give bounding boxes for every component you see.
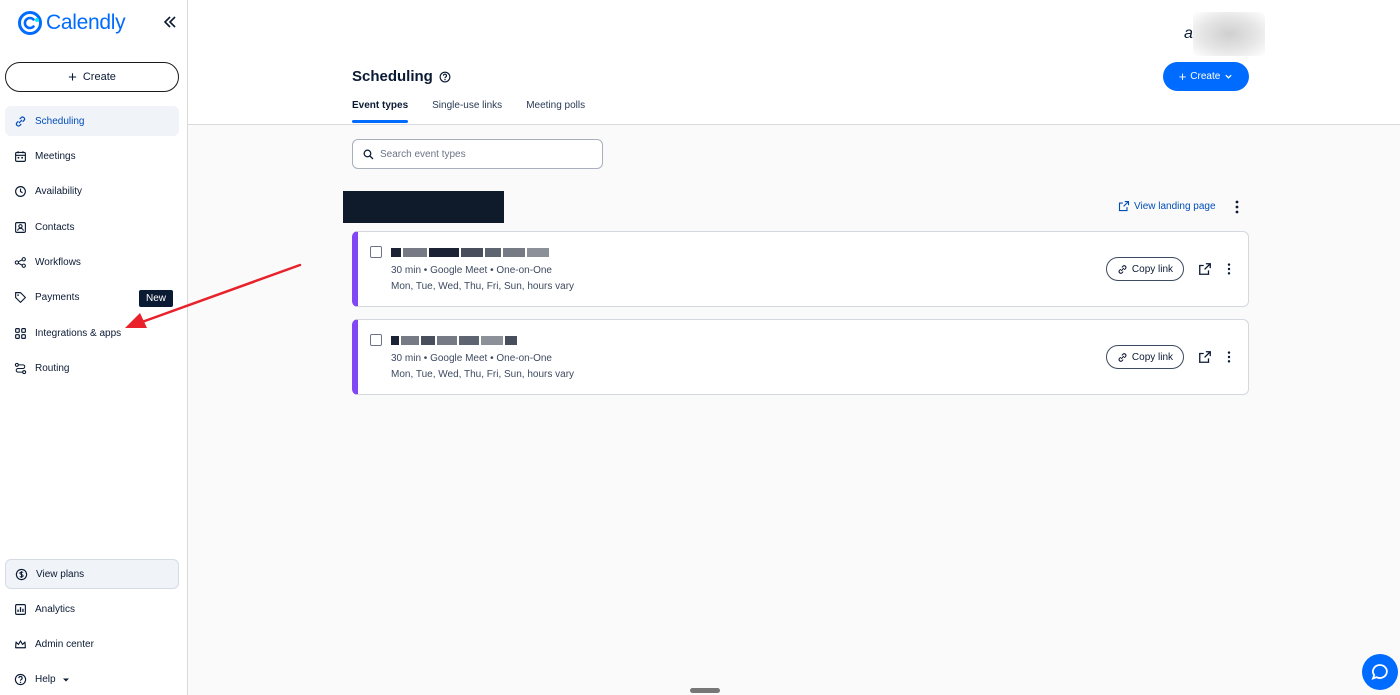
page-title-text: Scheduling	[352, 68, 433, 85]
chat-icon	[1371, 664, 1388, 681]
sidebar-item-label: Contacts	[35, 221, 75, 233]
chevron-down-icon	[1225, 74, 1232, 79]
view-landing-page-label: View landing page	[1134, 200, 1216, 212]
create-button-sidebar[interactable]: + Create	[5, 62, 179, 92]
sidebar-item-label: Meetings	[35, 150, 76, 162]
link-icon	[15, 115, 26, 127]
plus-icon: +	[1178, 69, 1187, 84]
caret-down-icon	[62, 678, 69, 682]
dollar-circle-icon	[15, 568, 28, 580]
new-badge: New	[138, 289, 173, 307]
sidebar-item-label: Workflows	[35, 257, 81, 269]
copy-link-button[interactable]: Copy link	[1106, 345, 1184, 369]
sidebar-item-meetings[interactable]: Meetings	[5, 141, 179, 171]
sidebar-item-label: Integrations & apps	[35, 327, 122, 339]
event-meta: 30 min • Google Meet • One-on-One	[391, 265, 552, 276]
tab-event-types[interactable]: Event types	[352, 100, 409, 123]
chat-support-button[interactable]	[1362, 654, 1398, 690]
scroll-handle[interactable]	[690, 688, 720, 693]
view-plans-label: View plans	[36, 568, 85, 580]
crown-icon	[15, 640, 26, 649]
copy-link-label: Copy link	[1131, 263, 1174, 275]
clock-icon	[15, 186, 26, 198]
sidebar-item-label: Help	[35, 674, 56, 686]
create-label: Create	[82, 71, 116, 83]
avatar[interactable]	[1192, 12, 1265, 56]
external-link-icon	[1118, 200, 1130, 212]
routing-icon	[14, 363, 27, 375]
link-icon	[1118, 352, 1127, 362]
redacted-event-title	[391, 334, 517, 346]
link-icon	[1118, 264, 1127, 274]
tab-meeting-polls[interactable]: Meeting polls	[526, 100, 585, 123]
redacted-user-name	[343, 191, 504, 223]
collapse-sidebar-icon[interactable]	[162, 14, 178, 30]
sidebar-item-label: Admin center	[35, 638, 94, 650]
copy-link-button[interactable]: Copy link	[1106, 257, 1184, 281]
calendly-logo[interactable]: Calendly	[18, 11, 126, 35]
help-icon[interactable]	[439, 71, 451, 83]
more-options-icon[interactable]	[1229, 199, 1245, 215]
sidebar-item-label: Availability	[35, 186, 83, 198]
sidebar-item-label: Routing	[35, 363, 70, 375]
event-type-card[interactable]: 30 min • Google Meet • One-on-One Mon, T…	[352, 231, 1249, 307]
event-meta: 30 min • Google Meet • One-on-One	[391, 353, 552, 364]
sidebar-nav: Scheduling Meetings Availability Contact…	[5, 106, 179, 389]
tab-single-use-links[interactable]: Single-use links	[432, 100, 502, 123]
calendly-logo-icon	[18, 11, 42, 35]
sidebar-item-admin-center[interactable]: Admin center	[5, 629, 179, 659]
sidebar-item-label: Scheduling	[35, 115, 85, 127]
plus-icon: +	[68, 68, 77, 86]
copy-link-label: Copy link	[1131, 351, 1174, 363]
calendar-icon	[15, 151, 26, 162]
sidebar-item-analytics[interactable]: Analytics	[5, 594, 179, 624]
grid-icon	[15, 327, 26, 339]
help-circle-icon	[14, 674, 27, 686]
external-link-icon[interactable]	[1198, 350, 1212, 364]
analytics-icon	[15, 603, 26, 615]
event-checkbox[interactable]	[370, 246, 382, 258]
sidebar-item-integrations[interactable]: Integrations & apps	[5, 318, 179, 348]
create-label: Create	[1190, 71, 1221, 82]
sidebar-item-workflows[interactable]: Workflows	[5, 248, 179, 278]
search-box[interactable]	[352, 139, 603, 169]
logo-text: Calendly	[46, 11, 126, 34]
page-header: a Scheduling + Create Event types Single…	[188, 0, 1400, 125]
event-checkbox[interactable]	[370, 334, 382, 346]
create-button-header[interactable]: + Create	[1163, 62, 1249, 91]
sidebar-item-payments[interactable]: Payments New	[5, 283, 179, 313]
redacted-event-title	[391, 246, 549, 258]
sidebar-item-label: Payments	[35, 292, 80, 304]
event-type-card[interactable]: 30 min • Google Meet • One-on-One Mon, T…	[352, 319, 1249, 395]
search-icon	[363, 149, 374, 159]
more-options-icon[interactable]	[1222, 261, 1236, 277]
sidebar-bottom-nav: View plans Analytics Admin center Help	[5, 559, 179, 695]
sidebar-item-help[interactable]: Help	[5, 665, 179, 695]
page-title: Scheduling	[352, 68, 451, 85]
account-menu[interactable]: a	[1184, 12, 1265, 56]
sidebar-item-contacts[interactable]: Contacts	[5, 212, 179, 242]
search-input[interactable]	[380, 148, 580, 160]
sidebar-item-scheduling[interactable]: Scheduling	[5, 106, 179, 136]
view-landing-page-link[interactable]: View landing page	[1118, 200, 1216, 212]
external-link-icon[interactable]	[1198, 262, 1212, 276]
sidebar-item-availability[interactable]: Availability	[5, 177, 179, 207]
contact-card-icon	[15, 221, 26, 233]
more-options-icon[interactable]	[1222, 349, 1236, 365]
view-plans-button[interactable]: View plans	[5, 559, 179, 589]
event-hours: Mon, Tue, Wed, Thu, Fri, Sun, hours vary	[391, 281, 575, 292]
workflow-icon	[14, 257, 26, 268]
sidebar: Calendly + Create Scheduling Meetings Av…	[0, 0, 188, 695]
avatar-letter: a	[1184, 25, 1193, 42]
sidebar-item-routing[interactable]: Routing	[5, 354, 179, 384]
sidebar-item-label: Analytics	[35, 603, 76, 615]
event-hours: Mon, Tue, Wed, Thu, Fri, Sun, hours vary	[391, 369, 575, 380]
tag-icon	[15, 292, 26, 304]
tab-bar: Event types Single-use links Meeting pol…	[352, 100, 585, 123]
